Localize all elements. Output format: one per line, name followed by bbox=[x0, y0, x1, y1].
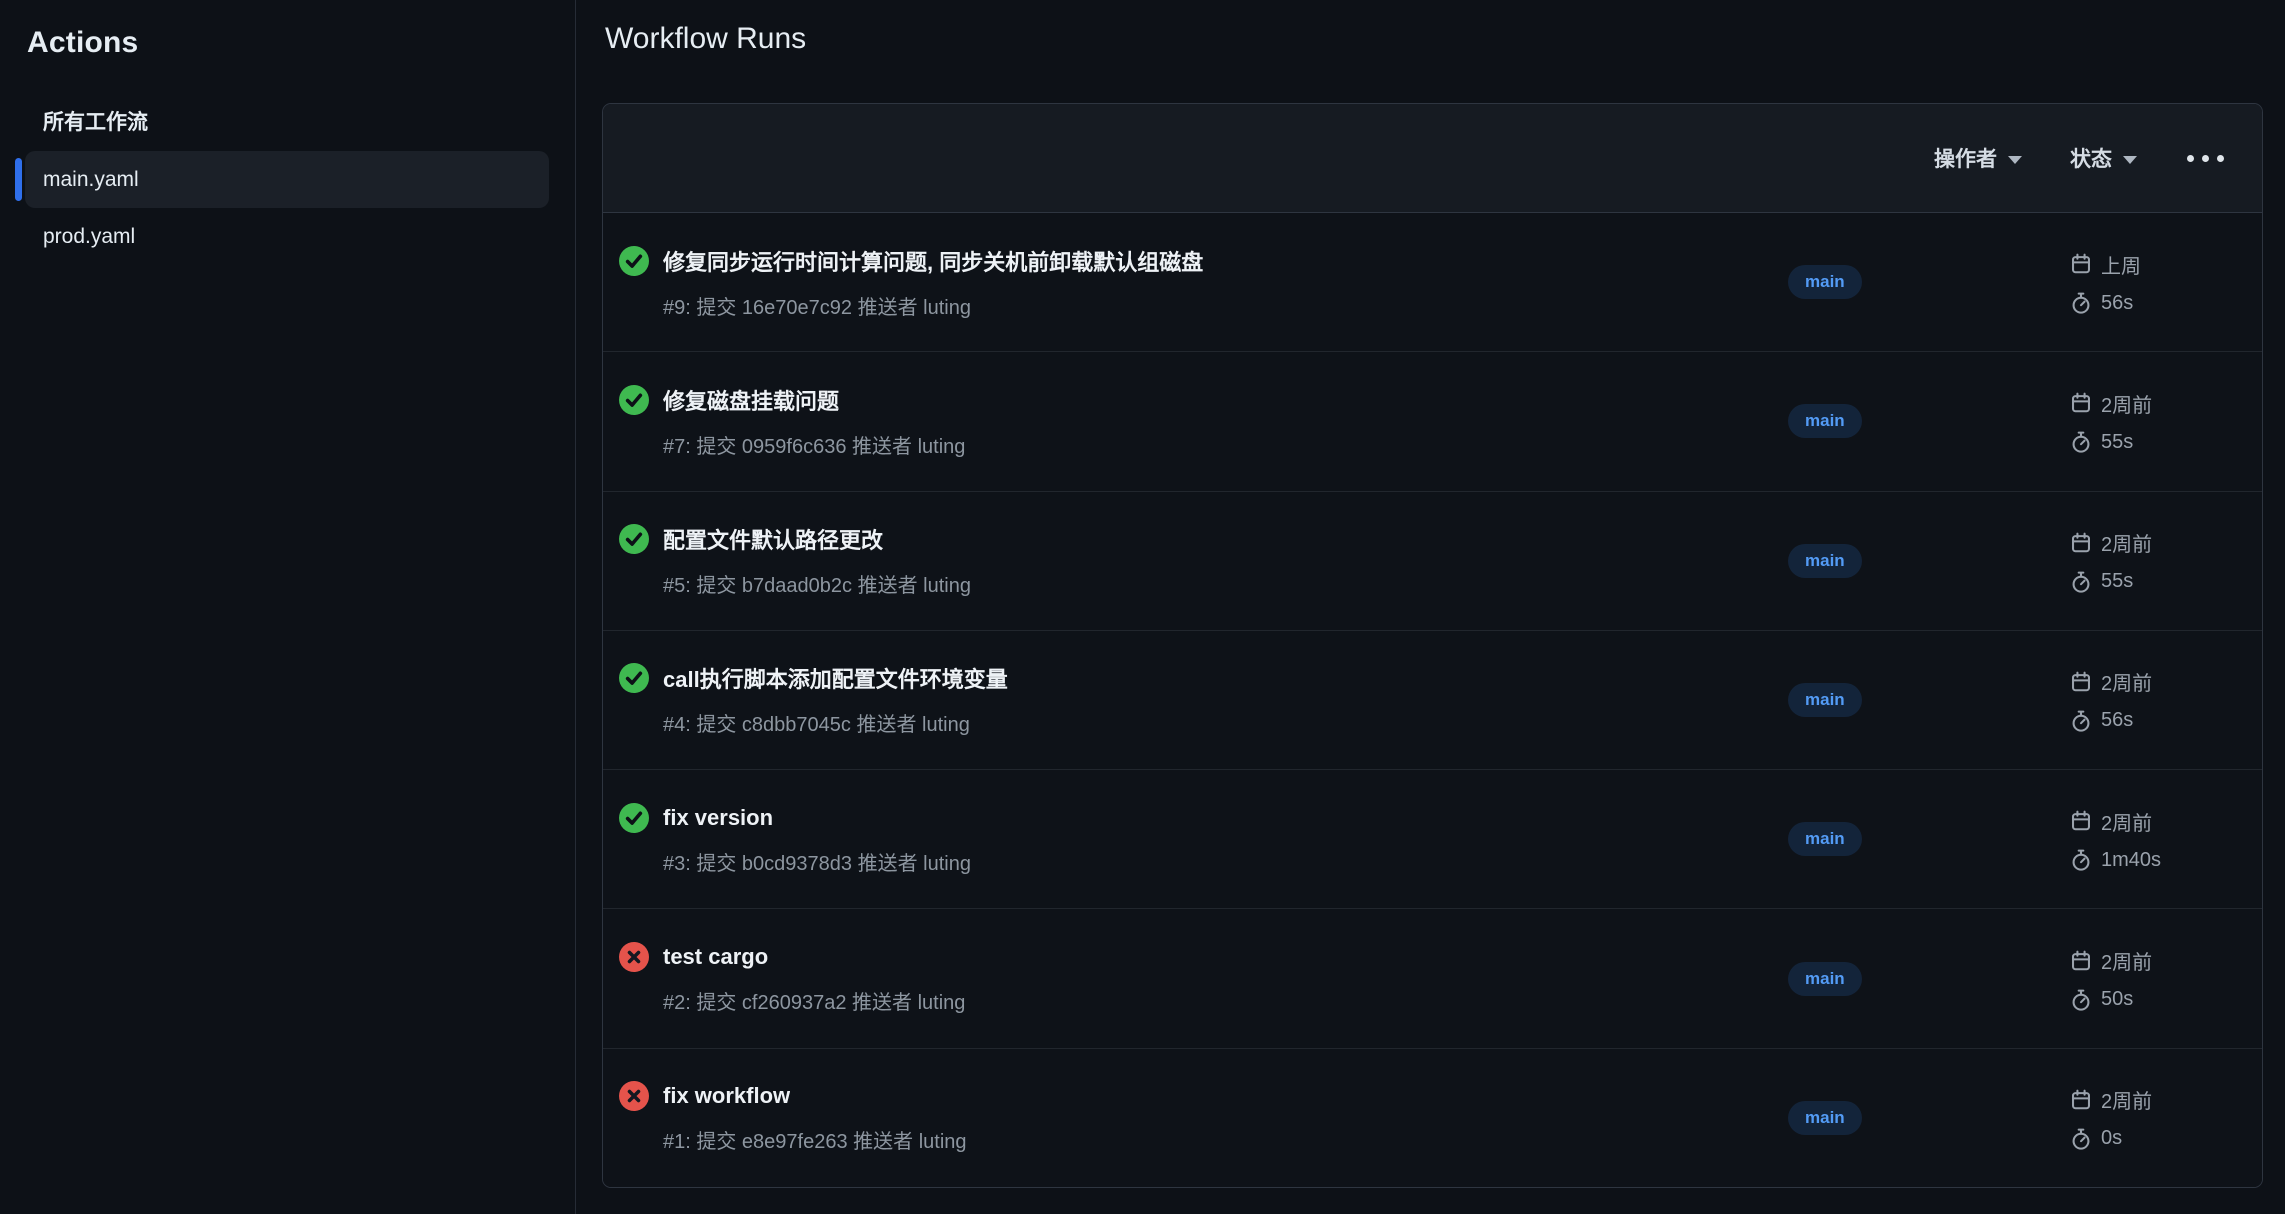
selected-accent-bar bbox=[15, 158, 22, 201]
run-title[interactable]: fix version bbox=[663, 805, 773, 831]
run-title[interactable]: 修复同步运行时间计算问题, 同步关机前卸载默认组磁盘 bbox=[663, 245, 1203, 277]
run-duration: 1m40s bbox=[2101, 849, 2161, 872]
chevron-down-icon bbox=[2008, 156, 2022, 164]
run-duration: 55s bbox=[2101, 570, 2133, 593]
actions-sidebar: Actions 所有工作流 main.yaml prod.yaml bbox=[0, 0, 576, 1214]
run-title[interactable]: test cargo bbox=[663, 944, 768, 970]
stopwatch-icon bbox=[2070, 710, 2092, 732]
stopwatch-icon bbox=[2070, 571, 2092, 593]
branch-badge[interactable]: main bbox=[1788, 404, 1862, 438]
chevron-down-icon bbox=[2123, 156, 2137, 164]
run-subtitle: #2: 提交 cf260937a2 推送者 luting bbox=[663, 986, 1788, 1015]
workflow-file-label: main.yaml bbox=[43, 168, 139, 192]
success-icon bbox=[619, 246, 649, 276]
run-subtitle: #7: 提交 0959f6c636 推送者 luting bbox=[663, 430, 1788, 459]
workflow-run-row[interactable]: 配置文件默认路径更改 #5: 提交 b7daad0b2c 推送者 luting … bbox=[603, 491, 2262, 630]
run-date: 2周前 bbox=[2101, 807, 2152, 836]
calendar-icon bbox=[2070, 392, 2092, 414]
run-subtitle: #9: 提交 16e70e7c92 推送者 luting bbox=[663, 291, 1788, 320]
calendar-icon bbox=[2070, 671, 2092, 693]
branch-badge[interactable]: main bbox=[1788, 544, 1862, 578]
page-title: Workflow Runs bbox=[605, 22, 806, 56]
run-duration: 56s bbox=[2101, 292, 2133, 315]
workflow-run-row[interactable]: 修复同步运行时间计算问题, 同步关机前卸载默认组磁盘 #9: 提交 16e70e… bbox=[603, 213, 2262, 351]
branch-badge[interactable]: main bbox=[1788, 265, 1862, 299]
success-icon bbox=[619, 663, 649, 693]
run-title[interactable]: fix workflow bbox=[663, 1083, 790, 1109]
status-filter-button[interactable]: 状态 bbox=[2070, 143, 2137, 173]
workflow-run-row[interactable]: 修复磁盘挂载问题 #7: 提交 0959f6c636 推送者 luting ma… bbox=[603, 351, 2262, 490]
success-icon bbox=[619, 803, 649, 833]
workflow-run-row[interactable]: fix version #3: 提交 b0cd9378d3 推送者 luting… bbox=[603, 769, 2262, 908]
main-content: Workflow Runs 操作者 状态 bbox=[577, 0, 2285, 1214]
sidebar-title: Actions bbox=[27, 26, 575, 60]
sidebar-item-main-yaml[interactable]: main.yaml bbox=[25, 151, 549, 208]
run-date: 2周前 bbox=[2101, 528, 2152, 557]
run-title[interactable]: 修复磁盘挂载问题 bbox=[663, 384, 839, 416]
workflow-run-row[interactable]: fix workflow #1: 提交 e8e97fe263 推送者 lutin… bbox=[603, 1048, 2262, 1187]
sidebar-item-all-workflows[interactable]: 所有工作流 bbox=[43, 106, 575, 136]
branch-badge[interactable]: main bbox=[1788, 962, 1862, 996]
run-date: 2周前 bbox=[2101, 1085, 2152, 1114]
runs-filter-bar: 操作者 状态 bbox=[603, 104, 2262, 213]
calendar-icon bbox=[2070, 810, 2092, 832]
workflow-runs-panel: 操作者 状态 修复同步运行 bbox=[602, 103, 2263, 1188]
failure-icon bbox=[619, 942, 649, 972]
calendar-icon bbox=[2070, 532, 2092, 554]
workflow-file-label: prod.yaml bbox=[43, 225, 135, 249]
branch-badge[interactable]: main bbox=[1788, 1101, 1862, 1135]
run-duration: 50s bbox=[2101, 988, 2133, 1011]
status-filter-label: 状态 bbox=[2070, 143, 2112, 173]
run-date: 2周前 bbox=[2101, 667, 2152, 696]
ellipsis-icon bbox=[2202, 155, 2209, 162]
success-icon bbox=[619, 385, 649, 415]
calendar-icon bbox=[2070, 950, 2092, 972]
ellipsis-icon bbox=[2217, 155, 2224, 162]
run-duration: 55s bbox=[2101, 431, 2133, 454]
branch-badge[interactable]: main bbox=[1788, 822, 1862, 856]
run-date: 上周 bbox=[2101, 250, 2141, 279]
run-date: 2周前 bbox=[2101, 946, 2152, 975]
workflow-list: main.yaml prod.yaml bbox=[0, 151, 575, 265]
actor-filter-label: 操作者 bbox=[1934, 143, 1997, 173]
run-list: 修复同步运行时间计算问题, 同步关机前卸载默认组磁盘 #9: 提交 16e70e… bbox=[603, 213, 2262, 1187]
run-subtitle: #3: 提交 b0cd9378d3 推送者 luting bbox=[663, 847, 1788, 876]
run-subtitle: #5: 提交 b7daad0b2c 推送者 luting bbox=[663, 569, 1788, 598]
run-title[interactable]: 配置文件默认路径更改 bbox=[663, 523, 883, 555]
sidebar-item-prod-yaml[interactable]: prod.yaml bbox=[25, 208, 549, 265]
run-date: 2周前 bbox=[2101, 389, 2152, 418]
more-options-button[interactable] bbox=[2185, 149, 2226, 168]
failure-icon bbox=[619, 1081, 649, 1111]
stopwatch-icon bbox=[2070, 431, 2092, 453]
workflow-run-row[interactable]: test cargo #2: 提交 cf260937a2 推送者 luting … bbox=[603, 908, 2262, 1047]
stopwatch-icon bbox=[2070, 849, 2092, 871]
workflow-run-row[interactable]: call执行脚本添加配置文件环境变量 #4: 提交 c8dbb7045c 推送者… bbox=[603, 630, 2262, 769]
ellipsis-icon bbox=[2187, 155, 2194, 162]
calendar-icon bbox=[2070, 253, 2092, 275]
branch-badge[interactable]: main bbox=[1788, 683, 1862, 717]
run-title[interactable]: call执行脚本添加配置文件环境变量 bbox=[663, 662, 1008, 694]
stopwatch-icon bbox=[2070, 1128, 2092, 1150]
run-duration: 0s bbox=[2101, 1127, 2122, 1150]
stopwatch-icon bbox=[2070, 292, 2092, 314]
run-subtitle: #4: 提交 c8dbb7045c 推送者 luting bbox=[663, 708, 1788, 737]
run-duration: 56s bbox=[2101, 709, 2133, 732]
calendar-icon bbox=[2070, 1089, 2092, 1111]
stopwatch-icon bbox=[2070, 989, 2092, 1011]
run-subtitle: #1: 提交 e8e97fe263 推送者 luting bbox=[663, 1125, 1788, 1154]
actor-filter-button[interactable]: 操作者 bbox=[1934, 143, 2022, 173]
success-icon bbox=[619, 524, 649, 554]
